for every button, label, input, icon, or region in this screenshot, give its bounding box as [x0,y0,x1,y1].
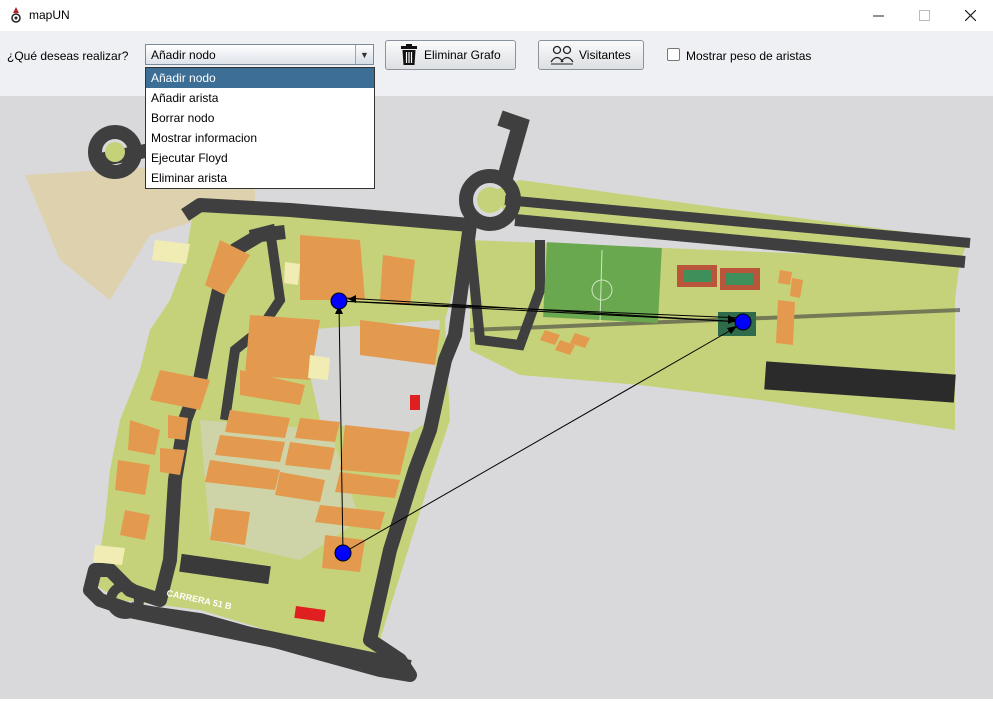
visitors-icon [550,45,574,65]
dropdown-item-borrar-nodo[interactable]: Borrar nodo [146,108,374,128]
dropdown-item-ejecutar-floyd[interactable]: Ejecutar Floyd [146,148,374,168]
close-button[interactable] [947,0,993,31]
graph-node[interactable] [330,292,348,310]
visitors-button[interactable]: Visitantes [538,40,644,70]
action-select-value: Añadir nodo [151,48,216,62]
delete-graph-button[interactable]: Eliminar Grafo [385,40,516,70]
window-title: mapUN [29,8,70,22]
dropdown-item-eliminar-arista[interactable]: Eliminar arista [146,168,374,188]
chevron-down-icon[interactable]: ▼ [355,45,373,64]
trash-icon [401,44,417,65]
graph-node[interactable] [334,544,352,562]
minimize-icon [872,15,884,17]
show-weights-checkbox[interactable] [667,48,680,61]
visitors-label: Visitantes [579,48,631,62]
close-icon [964,10,976,21]
dropdown-item-mostrar-informacion[interactable]: Mostrar informacion [146,128,374,148]
action-question-label: ¿Qué deseas realizar? [7,49,129,63]
dropdown-item-anadir-nodo[interactable]: Añadir nodo [146,68,374,88]
title-bar: mapUN [0,0,993,32]
dropdown-item-anadir-arista[interactable]: Añadir arista [146,88,374,108]
maximize-button[interactable] [901,0,947,31]
show-weights-label: Mostrar peso de aristas [686,49,812,63]
maximize-icon [918,10,930,21]
app-logo-icon [11,7,21,23]
action-dropdown-list: Añadir nodo Añadir arista Borrar nodo Mo… [145,67,375,189]
minimize-button[interactable] [855,0,901,31]
graph-node[interactable] [734,313,752,331]
delete-graph-label: Eliminar Grafo [424,48,501,62]
action-select[interactable]: Añadir nodo ▼ [145,44,374,65]
